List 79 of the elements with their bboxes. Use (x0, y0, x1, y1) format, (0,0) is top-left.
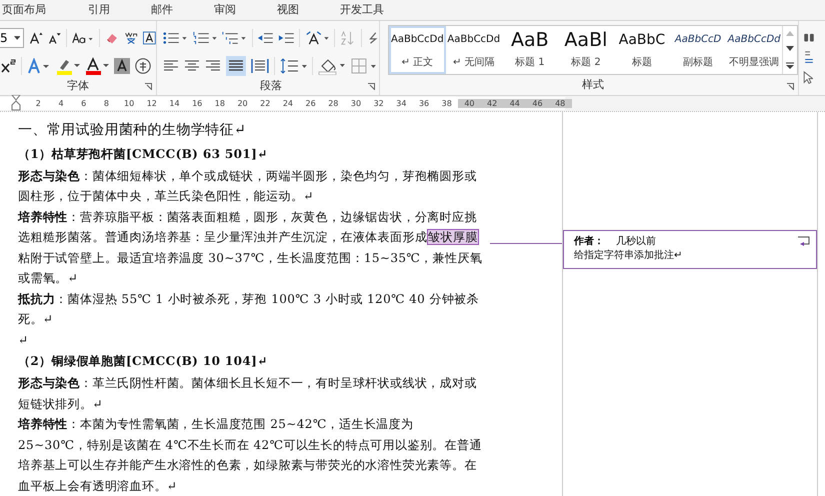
ruler-number: 8 (102, 98, 110, 108)
comment-author-label: 作者： (574, 234, 604, 248)
dialog-launcher-icon[interactable] (368, 82, 375, 90)
ruler-number: 22 (259, 98, 272, 108)
paragraph-text: 形态与染色：菌体细短棒状，单个或成链状，两端半圆形，染色均匀，芽孢椭圆形或圆柱形，位于菌体中央，革兰氏染色阳性，能运动。↵ (18, 168, 478, 205)
paragraph-text: 培养特性：本菌为专性需氧菌，生长温度范围 25~42℃，适生长温度为 25~30℃，特别是该菌在 4℃不生长而在 42℃可以生长的特点可用以鉴别。在普通培养基上可以生存并能产生水溶性的色素，如绿脓素与带荧光的水溶性荧光素等。在血平板上会有透明溶血环。↵ (18, 416, 483, 494)
ruler-number: 4 (57, 98, 65, 108)
ruler-number: 36 (418, 98, 430, 108)
numbering-icon[interactable] (192, 30, 217, 46)
ruler-number: 28 (327, 98, 340, 108)
dialog-launcher-icon[interactable] (145, 82, 152, 90)
line-spacing-icon[interactable] (280, 58, 308, 74)
menu-tab[interactable]: 审阅 (214, 2, 255, 18)
leader-line (490, 242, 562, 244)
indent-marker-icon[interactable] (11, 94, 21, 110)
ruler-number: 10 (123, 98, 136, 108)
multilevel-list-icon[interactable] (222, 30, 246, 46)
comment-card[interactable]: 作者： 几秒以前 给指定字符串添加批注↵ (563, 230, 817, 268)
character-border-icon[interactable] (143, 30, 156, 46)
more-icon[interactable] (786, 62, 794, 69)
replace-icon[interactable] (803, 50, 815, 64)
enclosed-character-icon[interactable] (135, 58, 151, 74)
ruler-number: 40 (458, 98, 481, 108)
comment-text: 给指定字符串添加批注↵ (574, 248, 684, 262)
group-label: 字体 (67, 78, 89, 92)
cursor-icon[interactable] (803, 71, 813, 84)
ruler-number: 42 (480, 98, 504, 108)
ruler-number: 32 (372, 98, 385, 108)
shading-icon[interactable] (318, 56, 346, 74)
reply-icon[interactable] (797, 236, 810, 246)
menu-tab[interactable]: 引用 (88, 2, 129, 18)
ruler-number: 24 (282, 98, 294, 108)
style-item[interactable]: AaBbCcDd ↵ 正文 (389, 26, 446, 74)
ruler-number: 6 (80, 98, 88, 108)
justify-icon[interactable] (226, 56, 246, 76)
ruler-number: 26 (304, 98, 317, 108)
subheading-text: （1）枯草芽孢杆菌[CMCC(B) 63 501]↵ (18, 146, 269, 162)
dialog-launcher-icon[interactable] (787, 82, 794, 90)
paragraph-text: 抵抗力：菌体湿热 55℃ 1 小时被杀死，芽孢 100℃ 3 小时或 120℃ 40 分钟被杀死。↵ (18, 290, 480, 328)
distributed-icon[interactable] (250, 58, 268, 74)
ruler-number: 20 (236, 98, 249, 108)
ruler-number: 30 (350, 98, 362, 108)
menu-tab[interactable]: 视图 (277, 2, 318, 18)
ruler-number: 2 (34, 98, 42, 108)
ruler-number: 14 (168, 98, 181, 108)
phonetic-guide-icon[interactable] (124, 30, 138, 46)
menu-tab[interactable]: 邮件 (151, 2, 192, 18)
paragraph-mark: ↵ (18, 332, 30, 348)
text-effect-icon[interactable] (27, 58, 51, 74)
grow-font-icon[interactable] (29, 30, 44, 46)
group-label: 段落 (260, 78, 282, 92)
align-center-icon[interactable] (184, 58, 200, 74)
ruler-number: 44 (503, 98, 526, 108)
ruler-number: 16 (191, 98, 204, 108)
paragraph-text: 形态与染色：革兰氏阴性杆菌。菌体细长且长短不一，有时呈球杆状或线状，成对或短链状排列。↵ (18, 375, 478, 412)
menu-tab[interactable]: 开发工具 (340, 2, 403, 18)
menu-tab[interactable]: 页面布局 (2, 2, 46, 18)
character-spacing-icon[interactable] (304, 30, 330, 46)
dropdown-caret-icon[interactable] (14, 36, 20, 40)
ruler-number: 34 (395, 98, 408, 108)
comment-highlight[interactable]: 皱状厚膜 (427, 229, 479, 245)
ruler-number: 18 (214, 98, 226, 108)
group-label: 样式 (582, 77, 604, 92)
align-left-icon[interactable] (163, 58, 179, 74)
font-color-icon[interactable] (85, 56, 109, 74)
font-size-field[interactable]: 5 (0, 28, 24, 48)
ruler-number: 12 (146, 98, 158, 108)
ruler-number: 46 (526, 98, 549, 108)
heading-text: 一、常用试验用菌种的生物学特征↵ (18, 120, 248, 140)
align-right-icon[interactable] (204, 58, 221, 74)
comment-time: 几秒以前 (616, 234, 656, 248)
ruler-number: 38 (440, 98, 453, 108)
ruler-number: 48 (548, 98, 572, 108)
bullets-icon[interactable] (163, 30, 188, 46)
superscript-icon[interactable] (0, 58, 16, 74)
character-shading-icon[interactable] (114, 58, 130, 74)
subheading-text: （2）铜绿假单胞菌[CMCC(B) 10 104]↵ (18, 353, 269, 370)
paragraph-text: 培养特性：营养琼脂平板：菌落表面粗糙，圆形，灰黄色，边缘锯齿状，分离时应挑选粗糙形菌落。普通肉汤培养基：呈少量浑浊并产生沉淀，在液体表面形成皱状厚膜 粘附于试管壁上。最适宜培养温度 30~37℃，生长温度范围：15~35℃，兼性厌氧或需氧。↵ (18, 208, 484, 287)
scroll-down-icon[interactable] (786, 46, 794, 52)
